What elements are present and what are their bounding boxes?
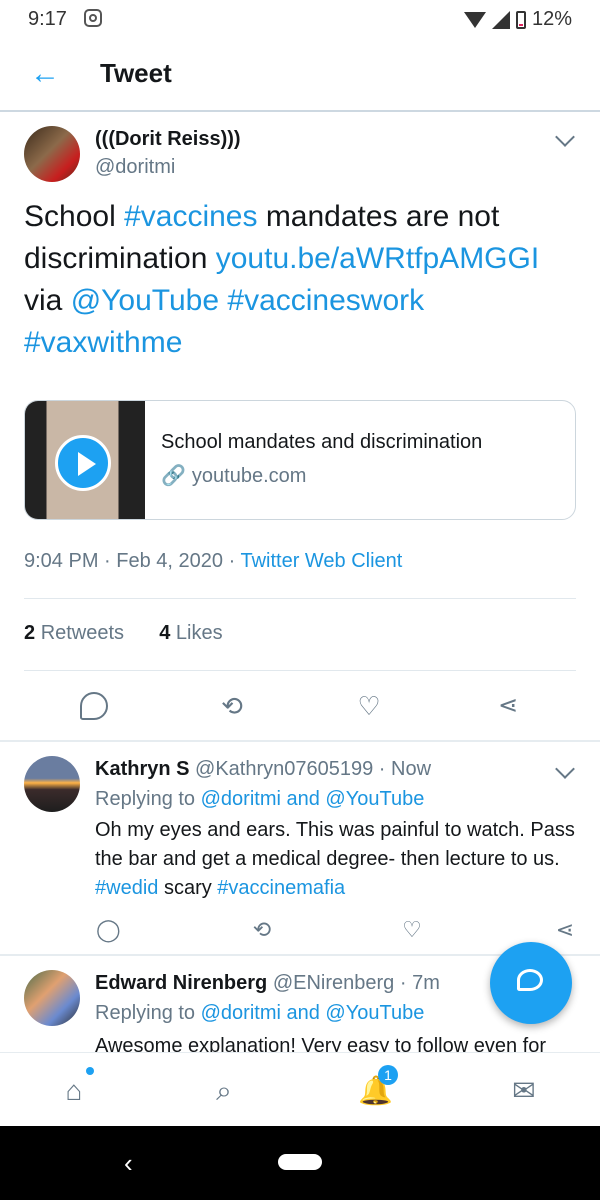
avatar[interactable] <box>24 970 80 1026</box>
instagram-icon <box>84 9 102 27</box>
reply-text: Oh my eyes and ears. This was painful to… <box>95 816 585 903</box>
divider <box>0 740 600 742</box>
tweet-text-segment: via <box>24 284 71 317</box>
url-link[interactable]: youtu.be/aWRtfpAMGGI <box>216 242 539 275</box>
notifications-badge: 1 <box>378 1065 398 1085</box>
tweet-text: School #vaccines mandates are not discri… <box>24 196 584 364</box>
comment-icon[interactable] <box>80 692 108 720</box>
card-title: School mandates and discrimination <box>161 431 483 453</box>
tweet-meta: 9:04 PM · Feb 4, 2020 · Twitter Web Clie… <box>24 550 402 573</box>
replying-to-link[interactable]: @doritmi and @YouTube <box>201 1002 425 1024</box>
home-icon[interactable]: ⌂ <box>58 1075 90 1107</box>
likes-count: 4 <box>159 622 171 644</box>
page-title: Tweet <box>100 58 172 88</box>
home-pill[interactable] <box>278 1154 322 1170</box>
new-content-indicator <box>86 1067 94 1075</box>
replying-prefix: Replying to <box>95 1002 201 1024</box>
search-icon[interactable]: ⌕ <box>208 1075 240 1107</box>
divider <box>24 670 576 671</box>
video-thumbnail[interactable] <box>25 401 145 519</box>
hashtag-link[interactable]: #vaccineswork <box>227 284 424 317</box>
retweets-count: 2 <box>24 622 36 644</box>
hashtag-link[interactable]: #vaccines <box>124 200 257 233</box>
cell-signal-icon <box>491 10 510 29</box>
system-nav-bar: ‹ <box>0 1126 600 1200</box>
retweet-icon[interactable]: ⟲ <box>218 692 246 720</box>
client-link[interactable]: Twitter Web Client <box>240 550 402 572</box>
divider <box>24 598 576 599</box>
reply-text-segment: scary <box>158 877 218 899</box>
heart-icon[interactable]: ♡ <box>400 918 424 942</box>
app-bar: ← Tweet <box>0 38 600 112</box>
avatar[interactable] <box>24 756 80 812</box>
meta-separator: · <box>228 550 236 572</box>
hashtag-link[interactable]: #vaccinemafia <box>217 877 345 899</box>
compose-button[interactable] <box>490 942 572 1024</box>
battery-icon <box>515 10 526 29</box>
comment-icon[interactable]: ◯ <box>96 918 121 942</box>
hashtag-link[interactable]: #wedid <box>95 877 158 899</box>
tweet-stats: 2 Retweets 4 Likes <box>24 622 223 645</box>
arrow-left-icon[interactable]: ← <box>30 59 60 89</box>
status-bar: 9:17 12% <box>0 0 600 38</box>
author-handle[interactable]: @doritmi <box>95 156 175 179</box>
author-name[interactable]: (((Dorit Reiss))) <box>95 128 241 151</box>
card-domain-text: youtube.com <box>191 465 307 487</box>
tweet-actions: ⟲ ♡ ⋖ <box>0 672 600 742</box>
battery-level: 12% <box>531 8 572 30</box>
retweets-label: Retweets <box>40 622 125 644</box>
link-card[interactable]: School mandates and discrimination 🔗 yout… <box>24 400 576 520</box>
replying-to: Replying to @doritmi and @YouTube <box>95 788 424 811</box>
retweet-icon[interactable]: ⟲ <box>250 918 274 942</box>
mail-icon[interactable]: ✉ <box>508 1075 540 1107</box>
likes-stat[interactable]: 4 Likes <box>159 622 222 644</box>
card-domain: 🔗 youtube.com <box>161 463 306 488</box>
reply-author: Kathryn S @Kathryn07605199 · Now <box>95 758 431 781</box>
retweets-stat[interactable]: 2 Retweets <box>24 622 124 644</box>
wifi-icon <box>463 11 486 28</box>
reply-author: Edward Nirenberg @ENirenberg · 7m <box>95 972 440 995</box>
link-icon: 🔗 <box>161 465 186 487</box>
play-icon[interactable] <box>55 435 111 491</box>
reply-text-segment: Oh my eyes and ears. This was painful to… <box>95 819 575 870</box>
tweet-text-segment: School <box>24 200 125 233</box>
likes-label: Likes <box>175 622 223 644</box>
status-time: 9:17 <box>28 8 67 30</box>
chevron-down-icon[interactable] <box>555 759 575 779</box>
bottom-nav: ⌂ ⌕ 🔔 1 ✉ <box>0 1052 600 1127</box>
reply-author-name[interactable]: Kathryn S <box>95 758 189 780</box>
reply-meta: @ENirenberg · 7m <box>272 972 440 994</box>
share-icon[interactable]: ⋖ <box>494 692 522 720</box>
heart-icon[interactable]: ♡ <box>355 692 383 720</box>
share-icon[interactable]: ⋖ <box>553 918 577 942</box>
reply-text: Awesome explanation! Very easy to follow… <box>95 1035 546 1052</box>
replying-to-link[interactable]: @doritmi and @YouTube <box>201 788 425 810</box>
tweet-timestamp: 9:04 PM · Feb 4, 2020 <box>24 550 224 572</box>
avatar[interactable] <box>24 126 80 182</box>
mention-link[interactable]: @YouTube <box>71 284 219 317</box>
reply-meta: @Kathryn07605199 · Now <box>195 758 432 780</box>
replying-prefix: Replying to <box>95 788 201 810</box>
status-indicators: 12% <box>463 8 572 31</box>
reply-author-name[interactable]: Edward Nirenberg <box>95 972 267 994</box>
chevron-down-icon[interactable] <box>555 127 575 147</box>
replying-to: Replying to @doritmi and @YouTube <box>95 1002 424 1025</box>
hashtag-link[interactable]: #vaxwithme <box>24 326 182 359</box>
back-icon[interactable]: ‹ <box>124 1150 133 1176</box>
